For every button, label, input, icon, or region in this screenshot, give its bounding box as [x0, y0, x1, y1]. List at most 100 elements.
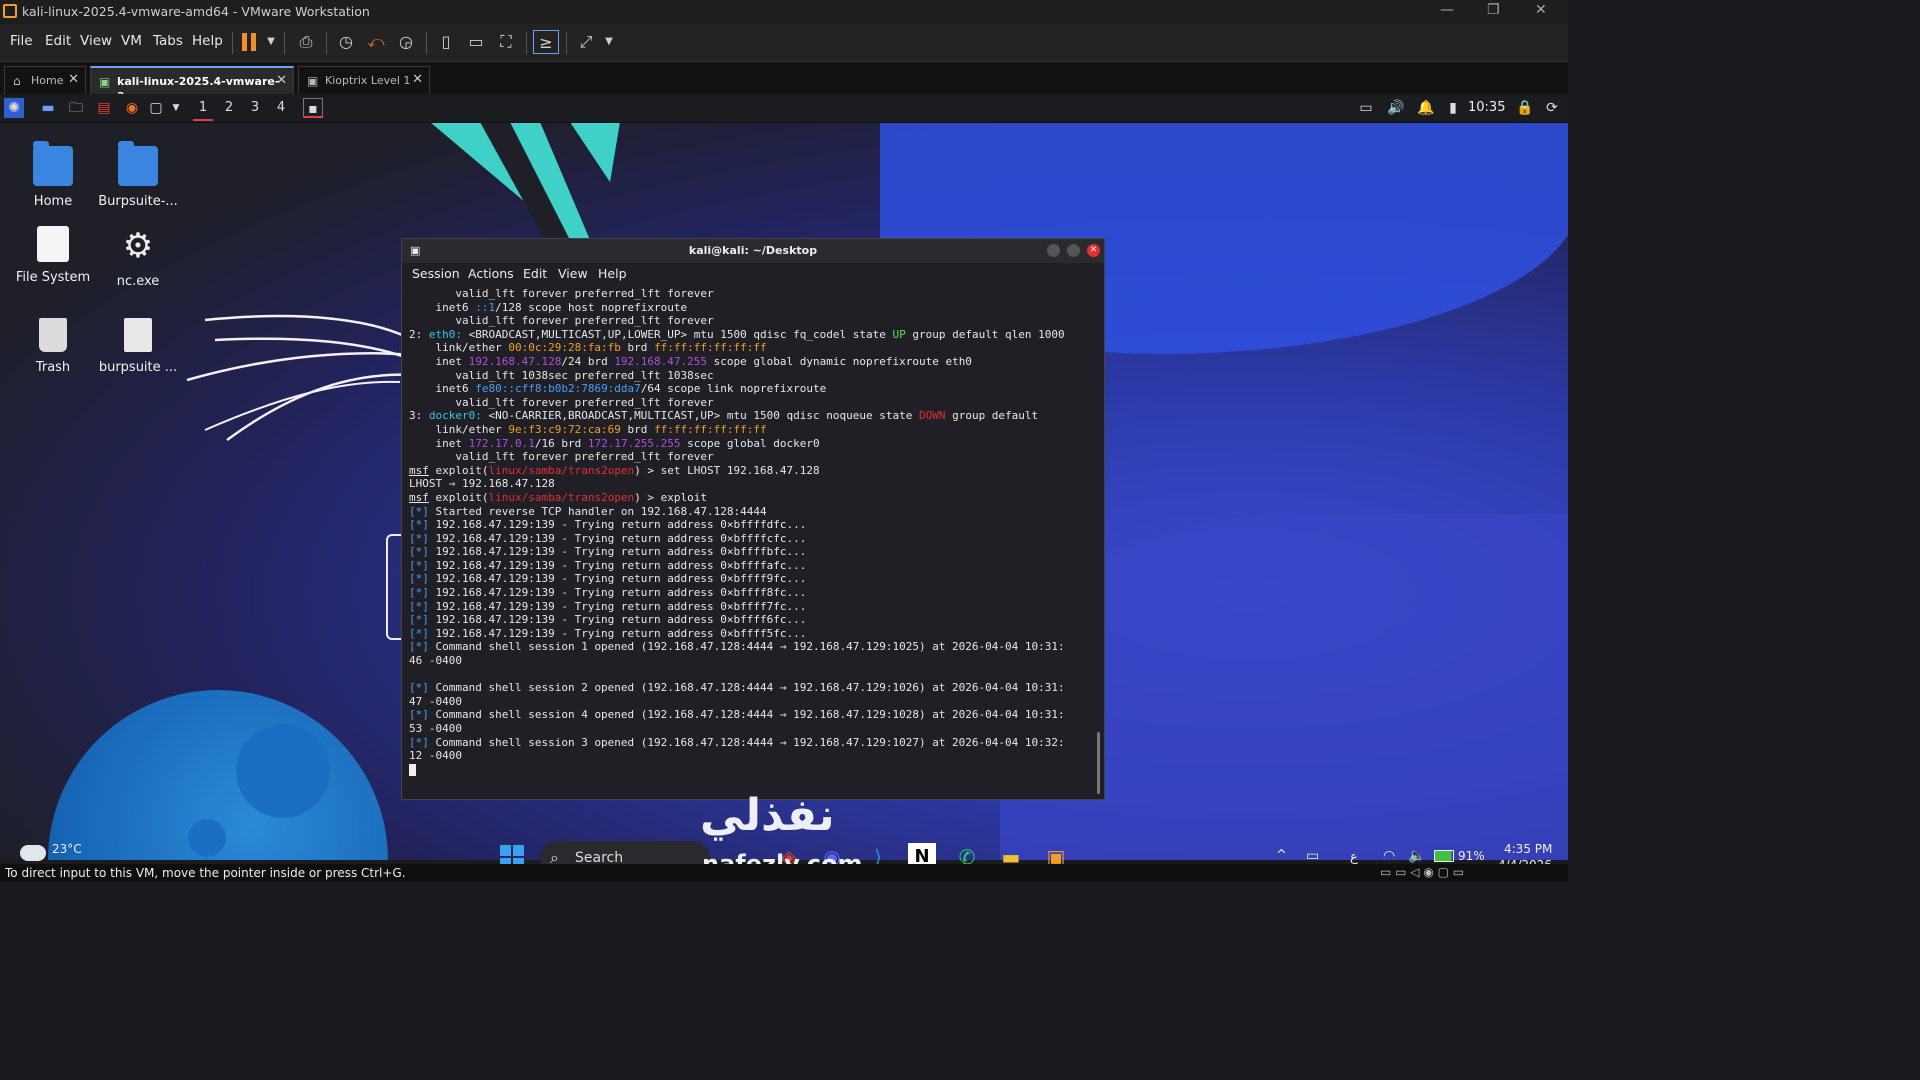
workspace-3[interactable]: 3	[245, 100, 265, 115]
menu-edit[interactable]: Edit	[45, 33, 71, 49]
vmware-menubar: File Edit View VM Tabs Help ▼ ⎙ ◷ ⤺ ◶ ▯ …	[0, 24, 1568, 62]
desktop-icon-file-system[interactable]: File System	[13, 226, 93, 285]
terminal-dropdown-icon[interactable]: ▼	[166, 98, 186, 118]
close-window-icon[interactable]: ✕	[1535, 2, 1547, 18]
desktop-icon-home[interactable]: Home	[13, 141, 93, 209]
show-desktop-icon[interactable]: ▬	[38, 98, 58, 118]
taskbar-time[interactable]: 4:35 PM	[1504, 842, 1552, 856]
terminal-text: [*]	[409, 572, 429, 586]
desktop-icon-nc-exe[interactable]: ⚙ nc.exe	[98, 226, 178, 289]
terminal-text: [*]	[409, 504, 429, 518]
display-icon[interactable]: ▭	[1356, 98, 1376, 118]
battery-level-icon[interactable]	[1434, 850, 1454, 862]
pause-dropdown-icon[interactable]: ▼	[258, 30, 284, 54]
menu-file[interactable]: File	[10, 33, 33, 49]
full-screen-icon[interactable]: ⛶	[493, 30, 519, 54]
tab-kioptrix[interactable]: ▣ Kioptrix Level 1 ✕	[298, 66, 430, 94]
snapshot-icon[interactable]: ◷	[333, 30, 359, 54]
tab-kali-linux[interactable]: ▣ kali-linux-2025.4-vmware-a... ✕	[90, 66, 294, 101]
menu-vm[interactable]: VM	[121, 33, 142, 49]
revert-snapshot-icon[interactable]: ⤺	[363, 30, 389, 54]
chevron-up-icon[interactable]: ^	[1276, 848, 1287, 863]
close-tab-icon[interactable]: ✕	[68, 72, 79, 87]
terminal-text: 46 -0400	[409, 654, 462, 668]
terminal-menu-actions[interactable]: Actions	[468, 266, 514, 281]
terminal-line: [*] 192.168.47.129:139 - Trying return a…	[409, 559, 1099, 573]
pause-icon[interactable]	[242, 33, 258, 51]
desktop-icon-trash[interactable]: Trash	[13, 318, 93, 375]
terminal-line: inet6 ::1/128 scope host noprefixroute	[409, 301, 1099, 315]
desktop-icon-label: File System	[15, 270, 91, 285]
terminal-menu-view[interactable]: View	[558, 266, 588, 281]
volume-icon[interactable]: 🔊	[1386, 98, 1406, 118]
send-ctrl-alt-del-icon[interactable]: ⎙	[293, 30, 319, 54]
terminal-text: 192.168.47.129:139 - Trying return addre…	[428, 613, 807, 627]
weather-cloud-icon[interactable]	[20, 845, 46, 861]
terminal-text: linux/samba/trans2open	[488, 463, 635, 477]
weather-temp[interactable]: 23°C	[52, 842, 82, 856]
menu-help[interactable]: Help	[192, 33, 223, 49]
console-view-icon[interactable]: ≥	[533, 30, 559, 54]
taskbar-terminal-window-icon[interactable]: ▪	[303, 98, 323, 118]
file-icon	[124, 318, 152, 352]
terminal-line: [*] Started reverse TCP handler on 192.1…	[409, 505, 1099, 519]
workspace-4[interactable]: 4	[271, 100, 291, 115]
terminal-text: Command shell session 4 opened (192.168.…	[428, 708, 1065, 722]
terminal-menu-help[interactable]: Help	[598, 266, 627, 281]
close-terminal-icon[interactable]: ✕	[1087, 244, 1100, 257]
menu-tabs[interactable]: Tabs	[153, 33, 183, 49]
library-icon[interactable]: ▯	[433, 30, 459, 54]
terminal-output[interactable]: valid_lft forever preferred_lft forever …	[409, 287, 1099, 797]
terminal-menu-edit[interactable]: Edit	[523, 266, 547, 281]
terminal-text: LHOST ⇒ 192.168.47.128	[409, 477, 555, 491]
maximize-terminal-icon[interactable]	[1067, 244, 1080, 257]
text-editor-icon[interactable]: ▤	[94, 98, 114, 118]
workspace-2[interactable]: 2	[219, 100, 239, 115]
device-status-icons[interactable]: ▭ ▭ ◁ ◉ ▢ ▭	[1380, 865, 1464, 879]
menu-view[interactable]: View	[80, 33, 112, 49]
terminal-line: msf exploit(linux/samba/trans2open) > ex…	[409, 491, 1099, 505]
terminal-line: valid_lft forever preferred_lft forever	[409, 396, 1099, 410]
close-tab-icon[interactable]: ✕	[412, 72, 423, 87]
terminal-menu-session[interactable]: Session	[412, 266, 460, 281]
close-tab-icon[interactable]: ✕	[276, 73, 287, 88]
stretch-dropdown-icon[interactable]: ▼	[596, 30, 622, 54]
minimize-terminal-icon[interactable]	[1047, 244, 1060, 257]
language-indicator[interactable]: ع	[1350, 850, 1358, 865]
lock-icon[interactable]: 🔒	[1515, 98, 1535, 118]
terminal-scrollbar[interactable]	[1097, 732, 1100, 794]
notifications-icon[interactable]: 🔔	[1416, 98, 1436, 118]
workspace-1[interactable]: 1	[193, 100, 213, 121]
snapshot-manager-icon[interactable]: ◶	[393, 30, 419, 54]
kali-menu-icon[interactable]: ✺	[4, 98, 24, 118]
devices-icon[interactable]: ▭	[1306, 848, 1319, 864]
file-manager-icon[interactable]: 🗀	[66, 98, 86, 118]
terminal-text: valid_lft forever preferred_lft forever	[409, 395, 714, 409]
terminal-text: eth0:	[428, 327, 462, 341]
terminal-text: linux/samba/trans2open	[488, 490, 635, 504]
desktop-icon-burpsuite-folder[interactable]: Burpsuite-...	[98, 141, 178, 209]
terminal-window[interactable]: ▣ kali@kali: ~/Desktop ✕ Session Actions…	[401, 238, 1105, 800]
locked-folder-icon	[118, 141, 158, 186]
restore-icon[interactable]: ❐	[1487, 2, 1500, 18]
minimize-icon[interactable]: —	[1440, 2, 1454, 18]
battery-icon[interactable]: ▮	[1443, 98, 1463, 118]
terminal-line: [*] 192.168.47.129:139 - Trying return a…	[409, 545, 1099, 559]
speaker-icon[interactable]: 🔈	[1408, 848, 1425, 864]
wifi-icon[interactable]: ◠	[1383, 848, 1395, 864]
panel-clock[interactable]: 10:35	[1468, 100, 1505, 115]
terminal-launcher-icon[interactable]: ▢	[146, 98, 166, 118]
terminal-text: 192.168.47.128	[468, 354, 562, 368]
status-hint: To direct input to this VM, move the poi…	[5, 866, 406, 880]
power-icon[interactable]: ⟳	[1542, 98, 1562, 118]
desktop-icon-burpsuite-file[interactable]: burpsuite ...	[98, 318, 178, 375]
terminal-title-bar[interactable]: ▣ kali@kali: ~/Desktop ✕	[402, 239, 1104, 263]
terminal-line: inet 192.168.47.128/24 brd 192.168.47.25…	[409, 355, 1099, 369]
firefox-icon[interactable]: ◉	[122, 98, 142, 118]
tab-home[interactable]: ⌂ Home ✕	[4, 66, 86, 94]
terminal-text: [*]	[409, 640, 429, 654]
terminal-text: /16 brd	[534, 436, 588, 450]
terminal-text: 172.17.255.255	[587, 436, 681, 450]
thumbnail-bar-icon[interactable]: ▭	[463, 30, 489, 54]
